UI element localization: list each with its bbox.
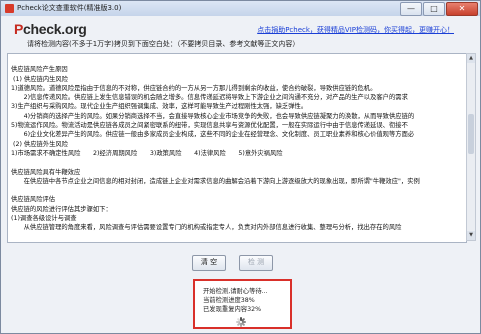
scroll-thumb[interactable] bbox=[468, 114, 474, 154]
content-line: (2) 供应链外生风险 bbox=[11, 140, 69, 148]
instruction-text: 请将检测内容(不多于1万字)拷贝到下面空白处：（不要拷贝目录、参考文献等正文内容… bbox=[27, 40, 300, 48]
vertical-scrollbar[interactable]: ▲ ▼ bbox=[466, 53, 476, 241]
content-line: (1) 供应链内生风险 bbox=[11, 75, 69, 83]
window-controls: — □ ✕ bbox=[400, 2, 478, 16]
logo-prefix: P bbox=[14, 21, 24, 37]
content-line: 供应链的风险进行评估其步骤如下： bbox=[11, 205, 112, 213]
loading-spinner-icon bbox=[236, 317, 246, 327]
title-bar[interactable]: Pcheck论文查重软件(精准版3.0) — □ ✕ bbox=[1, 1, 480, 16]
content-line: 1)道德风险。道德风险是指由于信息的不对称，供应链合约的一方从另一方那儿得到剩余… bbox=[11, 84, 377, 92]
content-text[interactable]: 供应链风险产生原因 (1) 供应链内生风险 1)道德风险。道德风险是指由于信息的不… bbox=[8, 54, 466, 235]
maximize-button[interactable]: □ bbox=[423, 2, 445, 16]
donate-link-text[interactable]: 点击捐助Pcheck，获得精品VIP检测码，你买得起，更赚开心！ bbox=[257, 26, 454, 34]
close-button[interactable]: ✕ bbox=[446, 2, 478, 16]
duplicate-percent: 已发现重复内容32% bbox=[203, 306, 262, 313]
progress-status: 开始检测,请耐心等待... bbox=[203, 288, 268, 295]
content-textarea[interactable]: 供应链风险产生原因 (1) 供应链内生风险 1)道德风险。道德风险是指由于信息的不… bbox=[7, 53, 467, 243]
content-line: 2)信息传递风险。供应链上发生信息错误的机会随之增多。信息传递延迟将导致上下游企… bbox=[11, 94, 408, 102]
content-line: 供应链风险评估 bbox=[11, 196, 56, 204]
content-line bbox=[11, 158, 463, 167]
clear-button[interactable]: 清 空 bbox=[192, 255, 226, 271]
content-line: 4)分销商的选择产生的风险。如果分销商选择不当，会直接导致核心企业市场竞争的失败… bbox=[11, 112, 415, 120]
scroll-up-icon[interactable]: ▲ bbox=[467, 54, 475, 63]
content-line: 3)生产组织与采购风险。现代企业生产组织强调集成、效率，这样可能导致生产过程刚性… bbox=[11, 103, 308, 111]
app-window: Pcheck论文查重软件(精准版3.0) — □ ✕ Pcheck.org 点击… bbox=[0, 0, 481, 334]
content-line: 5)物流运作风险。物流活动是供应链各成员之间紧密联系的纽带，实现信息共享与资源优… bbox=[11, 122, 408, 130]
progress-percent: 当前检测进度38% bbox=[203, 297, 255, 304]
content-line: 从供应链管理的角度来看，风险调查与评估需要设置专门的机构或指定专人，负责对内外部… bbox=[11, 224, 402, 232]
app-icon bbox=[5, 4, 14, 13]
content-line bbox=[11, 186, 463, 195]
content-line bbox=[11, 56, 463, 65]
check-button[interactable]: 检 测 bbox=[239, 255, 273, 271]
scroll-down-icon[interactable]: ▼ bbox=[467, 231, 475, 240]
content-line: 在供应链中各节点企业之间信息的相对封闭，造成链上企业对需求信息的曲解会沿着下游向… bbox=[11, 177, 420, 185]
content-line: 供应链风险产生原因 bbox=[11, 66, 68, 74]
content-line: 6)企业文化差异产生的风险。供应链一般由多家成员企业构成，这些不同的企业在经营理… bbox=[11, 131, 415, 139]
window-title: Pcheck论文查重软件(精准版3.0) bbox=[17, 4, 122, 12]
progress-dialog: 开始检测,请耐心等待... 当前检测进度38% 已发现重复内容32% bbox=[193, 279, 292, 329]
content-line: 1)市场需求不确定性风险 2)经济周期风险 3)政策风险 4)法律风险 5)意外… bbox=[11, 149, 283, 157]
logo-text: check.org bbox=[23, 21, 87, 37]
content-line: 供应链风险具有牛鞭效应 bbox=[11, 168, 81, 176]
logo: Pcheck.org bbox=[14, 21, 87, 37]
content-line: (1)调查各级设计与调查 bbox=[11, 215, 77, 223]
donate-link[interactable]: 点击捐助Pcheck，获得精品VIP检测码，你买得起，更赚开心！ bbox=[257, 25, 454, 35]
minimize-button[interactable]: — bbox=[400, 2, 422, 16]
